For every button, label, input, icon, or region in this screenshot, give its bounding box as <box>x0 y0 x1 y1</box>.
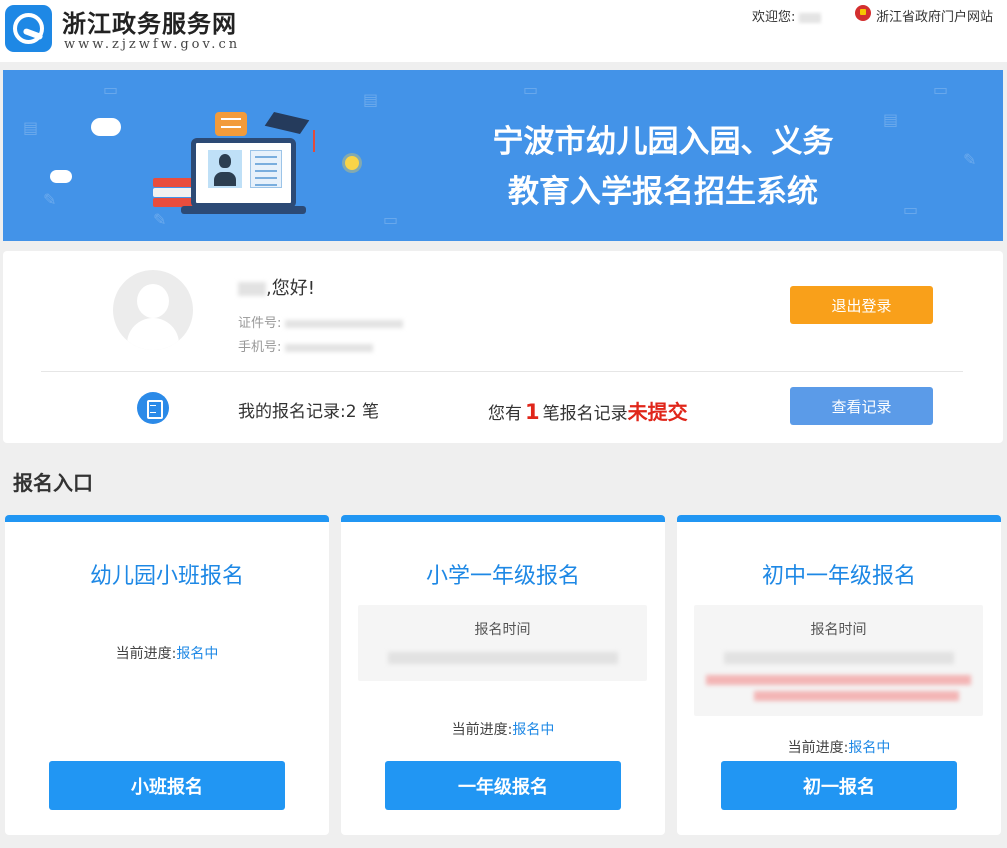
section-title: 报名入口 <box>13 471 93 495</box>
site-title[interactable]: 浙江政务服务网 <box>62 4 237 39</box>
monitor-icon: ▭ <box>103 80 119 99</box>
avatar <box>113 270 193 350</box>
time-label: 报名时间 <box>474 622 531 638</box>
progress-status: 报名中 <box>512 722 555 738</box>
cloud-icon <box>50 170 72 183</box>
banner-title-line2: 教育入学报名招生系统 <box>508 174 818 210</box>
progress-label: 当前进度: <box>451 722 513 738</box>
national-emblem-icon <box>855 5 871 21</box>
entry-card-junior: 初中一年级报名 报名时间 当前进度:报名中 初一报名 <box>677 515 1001 835</box>
record-count: 我的报名记录:2 笔 <box>238 402 379 422</box>
pending-count: 1 <box>525 400 540 424</box>
banner-title-line1: 宁波市幼儿园入园、义务 <box>492 124 834 160</box>
entry-card-primary: 小学一年级报名 报名时间 当前进度:报名中 一年级报名 <box>341 515 665 835</box>
redacted-time-range <box>388 652 618 664</box>
welcome-text: 欢迎您: <box>752 6 822 25</box>
sun-icon <box>345 156 359 170</box>
pencil-icon: ✎ <box>43 190 57 209</box>
redacted-phone-number <box>285 343 374 352</box>
progress-label: 当前进度: <box>787 740 849 756</box>
pending-notice: 您有 1 笔报名记录未提交 <box>488 396 688 425</box>
greeting-text: ,您好! <box>266 278 315 299</box>
book-icon: ▤ <box>363 90 379 109</box>
pending-prefix: 您有 <box>488 404 522 424</box>
banner: ▤ ✎ ▭ ✎ ▤ ▭ ▭ ▤ ▭ ✎ ▭ 宁波市幼儿园入园、义务 教育入学报名… <box>3 70 1003 241</box>
time-label: 报名时间 <box>810 622 867 638</box>
pencil-icon: ✎ <box>153 210 167 229</box>
logout-button[interactable]: 退出登录 <box>790 286 933 324</box>
graduation-cap-icon <box>264 111 310 135</box>
progress-row: 当前进度:报名中 <box>677 737 1001 757</box>
redacted-username <box>799 12 822 23</box>
cloud-icon <box>91 118 121 136</box>
grade1-signup-button[interactable]: 一年级报名 <box>385 761 621 810</box>
id-number-row: 证件号: <box>238 312 404 331</box>
laptop-base-icon <box>181 206 306 214</box>
greeting: ,您好! <box>238 274 315 300</box>
progress-label: 当前进度: <box>115 646 177 662</box>
redacted-name <box>238 282 266 296</box>
pencil-icon: ✎ <box>963 150 977 169</box>
phone-label: 手机号: <box>238 340 282 355</box>
book-icon: ▤ <box>23 118 39 137</box>
progress-row: 当前进度:报名中 <box>5 643 329 663</box>
entry-card-kindergarten: 幼儿园小班报名 当前进度:报名中 小班报名 <box>5 515 329 835</box>
record-list-icon <box>137 392 169 424</box>
cap-tassel-icon <box>313 130 315 152</box>
document-illustration <box>250 150 282 188</box>
pending-middle: 笔报名记录 <box>542 404 628 424</box>
monitor-icon: ▭ <box>523 80 539 99</box>
monitor-icon: ▭ <box>903 200 919 219</box>
chat-bubble-icon <box>215 112 247 136</box>
redacted-notice <box>754 691 959 701</box>
redacted-time-range <box>724 652 954 664</box>
top-bar: 浙江政务服务网 www.zjzwfw.gov.cn 欢迎您: 浙江省政府门户网站 <box>0 0 1007 62</box>
time-box: 报名时间 <box>358 605 647 681</box>
monitor-icon: ▭ <box>933 80 949 99</box>
pending-status: 未提交 <box>627 400 688 424</box>
junior1-signup-button[interactable]: 初一报名 <box>721 761 957 810</box>
progress-status: 报名中 <box>848 740 891 756</box>
id-label: 证件号: <box>238 316 282 331</box>
view-records-button[interactable]: 查看记录 <box>790 387 933 425</box>
progress-row: 当前进度:报名中 <box>341 719 665 739</box>
redacted-id-number <box>285 319 404 328</box>
user-info-card: ,您好! 证件号: 手机号: 退出登录 我的报名记录:2 笔 您有 1 笔报名记录未… <box>3 251 1003 443</box>
phone-number-row: 手机号: <box>238 336 374 355</box>
divider <box>41 371 963 372</box>
books-icon <box>153 178 195 208</box>
banner-title: 宁波市幼儿园入园、义务 教育入学报名招生系统 <box>453 117 873 217</box>
site-url: www.zjzwfw.gov.cn <box>64 37 241 52</box>
monitor-icon: ▭ <box>383 210 399 229</box>
redacted-notice <box>706 675 971 685</box>
progress-status: 报名中 <box>176 646 219 662</box>
time-box: 报名时间 <box>694 605 983 716</box>
gov-portal-link[interactable]: 浙江省政府门户网站 <box>876 6 993 25</box>
entry-title: 幼儿园小班报名 <box>89 564 244 589</box>
book-icon: ▤ <box>883 110 899 129</box>
welcome-label: 欢迎您: <box>752 10 796 25</box>
zjzwfw-logo-icon[interactable] <box>5 5 52 52</box>
kindergarten-signup-button[interactable]: 小班报名 <box>49 761 285 810</box>
student-illustration <box>208 150 242 188</box>
entry-title: 小学一年级报名 <box>425 564 580 589</box>
entry-title: 初中一年级报名 <box>761 564 916 589</box>
